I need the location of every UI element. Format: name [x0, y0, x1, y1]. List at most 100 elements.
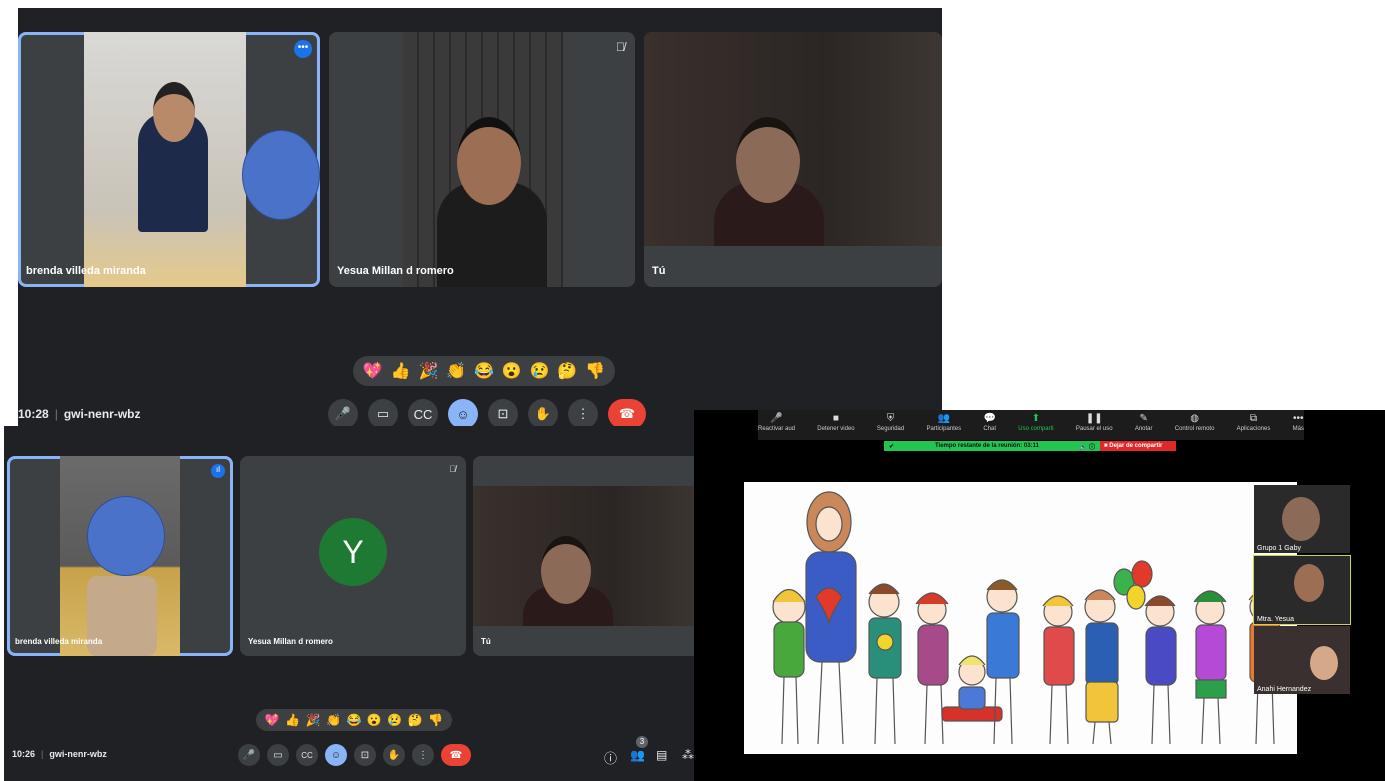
microphone-button[interactable]: 🎤 — [238, 744, 260, 766]
more-button[interactable]: ••• Más — [1293, 410, 1304, 440]
reaction-sad[interactable]: 😢 — [530, 361, 550, 381]
participant-name: Tú — [481, 637, 491, 646]
security-button[interactable]: ⛨ Seguridad — [877, 410, 904, 440]
present-button[interactable]: ⊡ — [488, 399, 518, 428]
captions-button[interactable]: CC — [296, 744, 318, 766]
reaction-clap[interactable]: 👏 — [446, 361, 466, 381]
meeting-time-remaining: ✔ Tiempo restante de la reunión: 03:11 🔈… — [884, 441, 1100, 451]
muted-mic-icon: 🎙̸ — [616, 40, 625, 54]
microphone-button[interactable]: 🎤 — [328, 399, 358, 428]
people-icon[interactable]: 👥 — [630, 748, 645, 762]
more-options-button[interactable]: ⋮ — [568, 399, 598, 428]
meeting-time: 10:28 — [18, 407, 49, 421]
reaction-thinking[interactable]: 🤔 — [557, 361, 577, 381]
reaction-surprised[interactable]: 😮 — [367, 713, 382, 727]
more-options-button[interactable]: ⋮ — [412, 744, 434, 766]
more-icon: ••• — [1292, 413, 1304, 424]
mic-muted-icon: 🎤 — [770, 413, 783, 424]
toolbar-label: Anotar — [1134, 426, 1153, 432]
reaction-thumbs-down[interactable]: 👎 — [585, 361, 605, 381]
apps-icon: ⧉ — [1249, 413, 1258, 424]
participant-tile-yesua[interactable]: Y 🎙̸ Yesua Millan d romero — [240, 456, 466, 656]
captions-button[interactable]: CC — [408, 399, 438, 428]
meet-window-top: ••• brenda villeda miranda 🎙̸ Yesua Mill… — [18, 8, 942, 428]
meeting-details: 10:26 | gwi-nenr-wbz — [12, 749, 107, 759]
reaction-heart[interactable]: 💖 — [265, 713, 280, 727]
reactions-button[interactable]: ☺ — [448, 399, 478, 428]
participant-name: Yesua Millan d romero — [248, 637, 333, 646]
reaction-thumbs-up[interactable]: 👍 — [391, 361, 411, 381]
camera-button[interactable]: ▭ — [267, 744, 289, 766]
sharing-status-bar: ✔ Tiempo restante de la reunión: 03:11 🔈… — [884, 441, 1176, 451]
mouse-icon: ◍ — [1190, 413, 1199, 424]
participant-tile-self[interactable]: Tú — [473, 456, 704, 656]
participant-name: Tú — [652, 265, 666, 277]
leave-call-button[interactable]: ☎ — [608, 399, 646, 428]
reaction-sad[interactable]: 😢 — [387, 713, 402, 727]
toolbar-label: Uso comparti — [1018, 426, 1054, 432]
chat-icon[interactable]: ▤ — [656, 748, 667, 762]
reaction-heart[interactable]: 💖 — [363, 361, 383, 381]
shared-screen-content — [744, 482, 1297, 754]
stop-share-button[interactable]: ■ Dejar de compartir — [1100, 441, 1176, 451]
raise-hand-button[interactable]: ✋ — [383, 744, 405, 766]
toolbar-label: Control remoto — [1174, 426, 1215, 432]
raise-hand-button[interactable]: ✋ — [528, 399, 558, 428]
participant-tile-brenda[interactable]: ••• brenda villeda miranda — [18, 32, 320, 287]
camera-button[interactable]: ▭ — [368, 399, 398, 428]
stop-share-label: Dejar de compartir — [1109, 443, 1163, 449]
remote-control-button[interactable]: ◍ Control remoto — [1175, 410, 1215, 440]
reaction-thinking[interactable]: 🤔 — [408, 713, 423, 727]
toolbar-label: Chat — [983, 426, 997, 432]
share-screen-button[interactable]: ⬆ Uso comparti — [1018, 410, 1053, 440]
apps-button[interactable]: ⧉ Aplicaciones — [1237, 410, 1271, 440]
participant-tile-self[interactable]: Tú — [644, 32, 942, 287]
time-remaining-text: Tiempo restante de la reunión: 03:11 — [934, 443, 1039, 449]
person-head — [457, 117, 521, 205]
toolbar-label: Pausar el uso — [1075, 426, 1113, 432]
timer-icon: ✔ — [889, 443, 895, 450]
activities-icon[interactable]: ⁂ — [682, 748, 694, 762]
chat-icon: 💬 — [983, 413, 996, 424]
audio-indicator-icon: 🔈 ⓘ — [1079, 444, 1095, 451]
reaction-thumbs-up[interactable]: 👍 — [285, 713, 300, 727]
reaction-party[interactable]: 🎉 — [418, 361, 438, 381]
meeting-code: gwi-nenr-wbz — [49, 749, 107, 759]
meeting-details: 10:28 | gwi-nenr-wbz — [18, 407, 141, 421]
privacy-blur-circle — [87, 496, 165, 576]
stop-video-button[interactable]: ■ Detener video — [817, 410, 854, 440]
share-icon: ⬆ — [1031, 413, 1041, 424]
chat-button[interactable]: 💬 Chat — [983, 410, 996, 440]
toolbar-label: Seguridad — [876, 426, 905, 432]
reactions-button[interactable]: ☺ — [325, 744, 347, 766]
toolbar-label: Más — [1292, 426, 1304, 432]
thumbnail-name: Grupo 1 Gaby — [1257, 545, 1301, 552]
reaction-thumbs-down[interactable]: 👎 — [428, 713, 443, 727]
video-thumbnail-anahi[interactable]: Anahi Hernandez — [1254, 626, 1350, 694]
people-count-badge: 3 — [636, 736, 648, 748]
reaction-laugh[interactable]: 😂 — [346, 713, 361, 727]
meet-window-bottom: ıl brenda villeda miranda Y 🎙̸ Yesua Mil… — [4, 426, 704, 781]
pause-share-button[interactable]: ❚❚ Pausar el uso — [1076, 410, 1113, 440]
reaction-clap[interactable]: 👏 — [326, 713, 341, 727]
participant-tile-brenda[interactable]: ıl brenda villeda miranda — [7, 456, 233, 656]
info-icon[interactable]: ⓘ — [604, 748, 617, 767]
reaction-party[interactable]: 🎉 — [306, 713, 321, 727]
toolbar-label: Aplicaciones — [1236, 426, 1271, 432]
zoom-toolbar: 🎤 Reactivar aud ■ Detener video ⛨ Seguridad… — [758, 410, 1304, 440]
toolbar-label: Detener video — [817, 426, 855, 432]
unmute-button[interactable]: 🎤 Reactivar aud — [758, 410, 795, 440]
participant-tile-yesua[interactable]: 🎙̸ Yesua Millan d romero — [329, 32, 635, 287]
reaction-surprised[interactable]: 😮 — [502, 361, 522, 381]
present-button[interactable]: ⊡ — [354, 744, 376, 766]
more-options-icon[interactable]: ••• — [294, 40, 312, 58]
annotate-button[interactable]: ✎ Anotar — [1135, 410, 1153, 440]
video-thumbnail-yesua[interactable]: Mtra. Yesua — [1253, 555, 1351, 625]
video-thumbnail-gaby[interactable]: Grupo 1 Gaby — [1254, 485, 1350, 553]
privacy-blur-circle — [242, 130, 320, 220]
participants-button[interactable]: 👥 Participantes — [926, 410, 961, 440]
leave-call-button[interactable]: ☎ — [441, 744, 471, 766]
participant-name: brenda villeda miranda — [26, 265, 146, 277]
muted-mic-icon: 🎙̸ — [449, 464, 456, 474]
reaction-laugh[interactable]: 😂 — [474, 361, 494, 381]
